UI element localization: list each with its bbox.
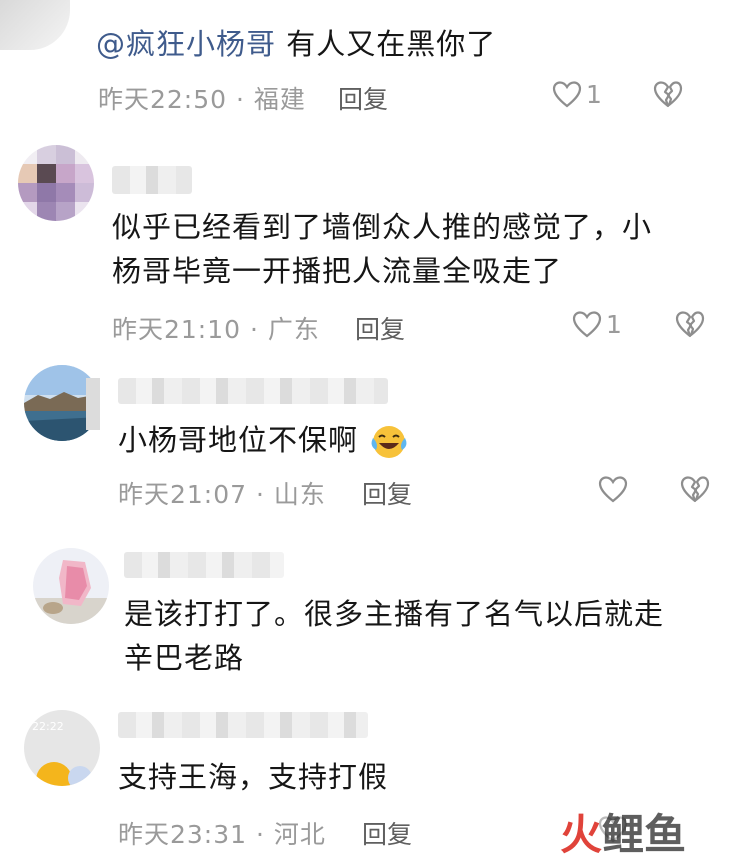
- username-blurred[interactable]: [112, 166, 192, 194]
- separator: ·: [250, 315, 259, 344]
- broken-heart-icon: [675, 311, 705, 338]
- photo-avatar: [33, 548, 109, 624]
- comment-meta: 昨天21:10 · 广东: [112, 310, 320, 346]
- broken-heart-icon: [653, 81, 683, 108]
- comment-text: @疯狂小杨哥 有人又在黑你了: [96, 22, 496, 66]
- comment-line: 杨哥毕竟一开播把人流量全吸走了: [112, 254, 563, 288]
- laughing-tears-emoji-icon: [370, 424, 408, 460]
- reply-button[interactable]: 回复: [355, 310, 405, 346]
- comment-body: 有人又在黑你了: [276, 27, 497, 61]
- location: 福建: [253, 85, 306, 114]
- dislike-button[interactable]: [680, 475, 710, 503]
- comment-meta: 昨天22:50 · 福建: [98, 80, 306, 116]
- separator: ·: [256, 820, 265, 849]
- location: 河北: [273, 820, 326, 849]
- avatar-partial[interactable]: [0, 0, 70, 50]
- heart-outline-icon: [572, 311, 602, 338]
- separator: ·: [256, 480, 265, 509]
- location: 广东: [267, 315, 320, 344]
- comment-body: 支持王海，支持打假: [118, 760, 389, 794]
- timestamp: 昨天21:10: [112, 315, 242, 344]
- location: 山东: [273, 480, 326, 509]
- like-button[interactable]: [572, 310, 602, 338]
- dislike-button[interactable]: [675, 310, 705, 338]
- reply-button[interactable]: 回复: [338, 80, 388, 116]
- username-blurred[interactable]: [118, 712, 368, 738]
- comment-line: 是该打打了。很多主播有了名气以后就走: [124, 597, 665, 631]
- comment-line: 辛巴老路: [124, 641, 245, 675]
- sun-graphic: [36, 762, 92, 786]
- username-blurred[interactable]: [118, 378, 388, 404]
- timestamp: 昨天22:50: [98, 85, 228, 114]
- comment-text: 支持王海，支持打假: [118, 755, 388, 799]
- watermark-char: 火: [560, 810, 603, 859]
- avatar[interactable]: [18, 145, 94, 221]
- avatar[interactable]: 22:22: [24, 710, 100, 786]
- avatar-badge: [86, 378, 100, 430]
- comment-line: 似乎已经看到了墙倒众人推的感觉了，小: [112, 210, 653, 244]
- timestamp: 昨天23:31: [118, 820, 248, 849]
- watermark-logo: 火鲤鱼: [560, 812, 686, 858]
- avatar[interactable]: [33, 548, 109, 624]
- comment-meta: 昨天21:07 · 山东: [118, 475, 326, 511]
- comment-text: 似乎已经看到了墙倒众人推的感觉了，小 杨哥毕竟一开播把人流量全吸走了: [112, 205, 652, 293]
- timestamp: 昨天21:07: [118, 480, 248, 509]
- like-count: 1: [586, 80, 602, 109]
- watermark-char: 鱼: [644, 810, 687, 859]
- heart-outline-icon: [552, 81, 582, 108]
- reply-button[interactable]: 回复: [362, 475, 412, 511]
- comment-body: 小杨哥地位不保啊: [118, 423, 359, 457]
- like-button[interactable]: [552, 80, 582, 108]
- watermark-char: 鲤: [602, 810, 645, 859]
- broken-heart-icon: [680, 476, 710, 503]
- reply-button[interactable]: 回复: [362, 815, 412, 851]
- like-button[interactable]: [598, 475, 628, 503]
- separator: ·: [236, 85, 245, 114]
- like-count: 1: [606, 310, 622, 339]
- comment-text: 小杨哥地位不保啊: [118, 418, 408, 462]
- username-blurred[interactable]: [124, 552, 284, 578]
- dislike-button[interactable]: [653, 80, 683, 108]
- heart-outline-icon: [598, 476, 628, 503]
- mention-link[interactable]: @疯狂小杨哥: [96, 27, 276, 61]
- comment-text: 是该打打了。很多主播有了名气以后就走 辛巴老路: [124, 592, 664, 680]
- comment-meta: 昨天23:31 · 河北: [118, 815, 326, 851]
